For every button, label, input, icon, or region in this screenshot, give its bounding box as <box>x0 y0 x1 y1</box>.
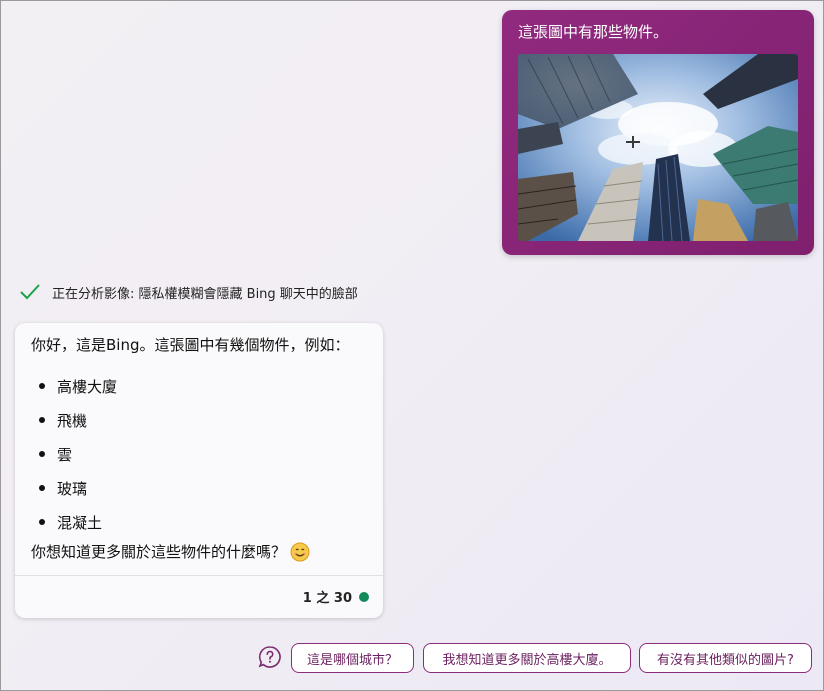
list-item: 玻璃 <box>39 471 117 505</box>
suggestion-button-similar-images[interactable]: 有沒有其他類似的圖片? <box>639 643 812 673</box>
response-counter-text: 1 之 30 <box>302 591 352 606</box>
status-dot-icon <box>359 591 369 602</box>
bullet-icon <box>39 519 45 525</box>
list-item: 高樓大廈 <box>39 369 117 403</box>
bot-response-card: 你好，這是Bing。這張圖中有幾個物件，例如： 高樓大廈 飛機 雲 玻璃 混凝土… <box>15 323 383 618</box>
bot-intro-text: 你好，這是Bing。這張圖中有幾個物件，例如： <box>31 336 350 354</box>
smile-emoji-icon <box>290 542 310 562</box>
bullet-icon <box>39 451 45 457</box>
bullet-icon <box>39 383 45 389</box>
response-counter: 1 之 30 <box>303 587 369 606</box>
analysis-status: 正在分析影像: 隱私權模糊會隱藏 Bing 聊天中的臉部 <box>18 280 358 304</box>
suggestion-button-skyscrapers[interactable]: 我想知道更多關於高樓大廈。 <box>423 643 631 673</box>
user-message-text: 這張圖中有那些物件。 <box>518 23 669 41</box>
list-item: 混凝土 <box>39 505 117 539</box>
list-item: 雲 <box>39 437 117 471</box>
bot-outro: 你想知道更多關於這些物件的什麼嗎？ <box>31 541 310 563</box>
check-icon <box>20 284 40 300</box>
analysis-status-text: 正在分析影像: 隱私權模糊會隱藏 Bing 聊天中的臉部 <box>52 286 358 302</box>
suggestion-button-city[interactable]: 這是哪個城市？ <box>291 643 414 673</box>
list-item: 飛機 <box>39 403 117 437</box>
user-message-bubble: 這張圖中有那些物件。 <box>502 10 814 255</box>
bot-outro-text: 你想知道更多關於這些物件的什麼嗎？ <box>31 543 287 561</box>
card-divider <box>15 575 383 576</box>
bullet-icon <box>39 485 45 491</box>
object-list: 高樓大廈 飛機 雲 玻璃 混凝土 <box>39 369 117 539</box>
question-bubble-icon[interactable] <box>258 645 282 669</box>
bullet-icon <box>39 417 45 423</box>
user-uploaded-image[interactable] <box>518 54 798 241</box>
